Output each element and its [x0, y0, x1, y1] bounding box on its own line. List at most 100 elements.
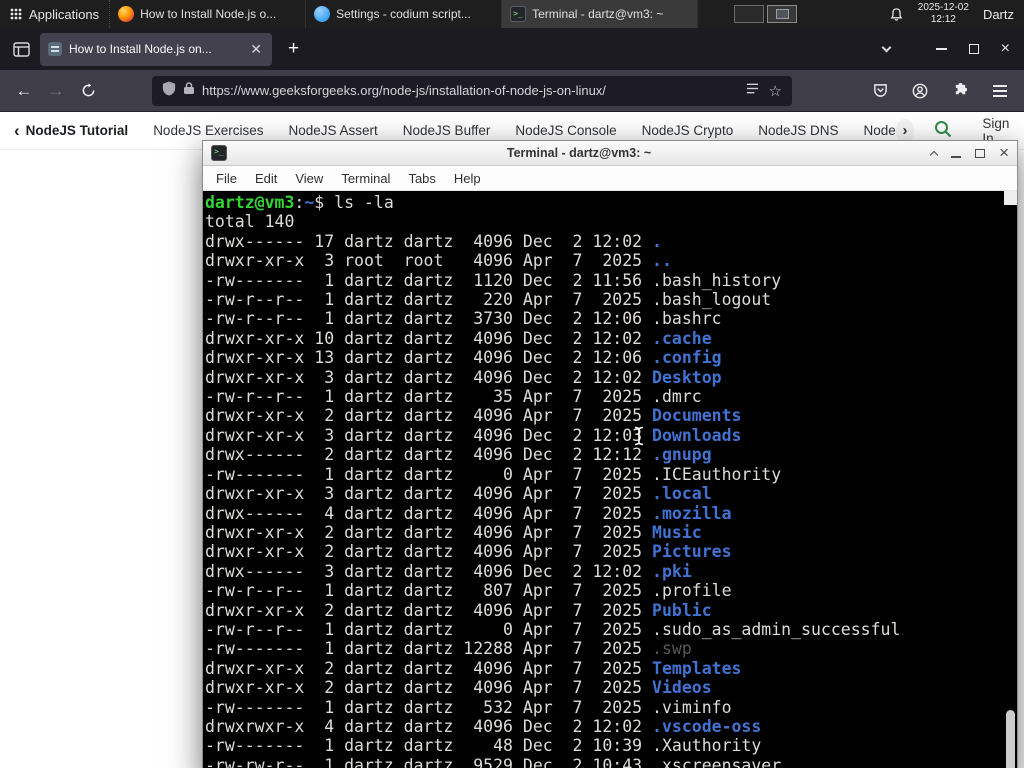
- forward-button[interactable]: →: [40, 76, 72, 106]
- menu-terminal[interactable]: Terminal: [332, 171, 399, 186]
- sitenav-item[interactable]: Node: [864, 123, 896, 138]
- menu-tabs[interactable]: Tabs: [399, 171, 444, 186]
- line-prefix: drwx------ 17 dartz dartz 4096 Dec 2 12:…: [205, 231, 653, 251]
- taskbar-window-terminal[interactable]: Terminal - dartz@vm3: ~: [502, 0, 699, 28]
- line-prefix: -rw------- 1 dartz dartz 532 Apr 7 2025: [205, 697, 653, 717]
- nav-scroll-left-icon[interactable]: ‹: [14, 121, 20, 141]
- sitenav-item[interactable]: NodeJS Assert: [288, 123, 377, 138]
- site-search-icon[interactable]: [934, 120, 952, 141]
- reload-button[interactable]: [72, 76, 104, 106]
- sitenav-item[interactable]: NodeJS DNS: [758, 123, 838, 138]
- tracking-shield-icon[interactable]: [162, 81, 176, 101]
- file-name: Pictures: [652, 542, 732, 562]
- terminal-line: drwx------ 17 dartz dartz 4096 Dec 2 12:…: [205, 232, 1017, 251]
- terminal-line: drwxr-xr-x 2 dartz dartz 4096 Apr 7 2025…: [205, 659, 1017, 678]
- browser-minimize-button[interactable]: [935, 48, 947, 50]
- terminal-shade-button[interactable]: [929, 150, 939, 159]
- terminal-line: -rw------- 1 dartz dartz 1120 Dec 2 11:5…: [205, 271, 1017, 290]
- terminal-line: -rw-r--r-- 1 dartz dartz 807 Apr 7 2025 …: [205, 581, 1017, 600]
- clock[interactable]: 2025-12-02 12:12: [918, 2, 969, 26]
- bookmark-star-icon[interactable]: ☆: [769, 82, 782, 100]
- line-prefix: -rw------- 1 dartz dartz 48 Dec 2 10:39: [205, 736, 653, 756]
- menu-view[interactable]: View: [286, 171, 332, 186]
- notification-bell-icon[interactable]: [889, 7, 904, 22]
- menu-file[interactable]: File: [207, 171, 246, 186]
- line-prefix: -rw------- 1 dartz dartz 0 Apr 7 2025: [205, 464, 653, 484]
- terminal-line: -rw-r--r-- 1 dartz dartz 220 Apr 7 2025 …: [205, 290, 1017, 309]
- terminal-line: drwxr-xr-x 2 dartz dartz 4096 Apr 7 2025…: [205, 678, 1017, 697]
- terminal-titlebar[interactable]: Terminal - dartz@vm3: ~ ×: [203, 141, 1017, 166]
- menu-hamburger-icon[interactable]: [984, 76, 1016, 106]
- taskbar-window-title: Terminal - dartz@vm3: ~: [532, 7, 664, 21]
- terminal-line: drwx------ 4 dartz dartz 4096 Apr 7 2025…: [205, 504, 1017, 523]
- line-prefix: -rw-r--r-- 1 dartz dartz 807 Apr 7 2025: [205, 581, 653, 601]
- tab-title: How to Install Node.js on...: [69, 42, 212, 56]
- taskbar-window-firefox[interactable]: How to Install Node.js o...: [110, 0, 307, 28]
- terminal-close-button[interactable]: ×: [999, 144, 1009, 161]
- lock-icon[interactable]: [183, 81, 195, 100]
- terminal-window: Terminal - dartz@vm3: ~ × FileEditViewTe…: [202, 140, 1018, 768]
- sitenav-item[interactable]: NodeJS Crypto: [642, 123, 734, 138]
- firefox-view-icon[interactable]: [8, 36, 34, 62]
- line-prefix: drwxr-xr-x 2 dartz dartz 4096 Apr 7 2025: [205, 406, 653, 426]
- file-name: .xscreensaver: [652, 755, 782, 768]
- line-prefix: drwxr-xr-x 3 root root 4096 Apr 7 2025: [205, 251, 653, 271]
- pocket-icon[interactable]: [864, 76, 896, 106]
- user-menu[interactable]: Dartz: [983, 7, 1014, 22]
- url-bar[interactable]: https://www.geeksforgeeks.org/node-js/in…: [152, 75, 792, 106]
- sitenav-item[interactable]: NodeJS Tutorial: [26, 123, 129, 138]
- clock-date: 2025-12-02: [917, 2, 969, 13]
- terminal-line: total 140: [205, 212, 1017, 231]
- workspace-1[interactable]: [734, 5, 765, 23]
- file-name: Documents: [652, 406, 742, 426]
- applications-menu-button[interactable]: Applications: [0, 0, 111, 28]
- terminal-scrollbar[interactable]: [1004, 191, 1017, 768]
- browser-close-button[interactable]: ×: [1001, 41, 1010, 57]
- file-name: .viminfo: [652, 697, 732, 717]
- sitenav-item[interactable]: NodeJS Exercises: [153, 123, 263, 138]
- line-prefix: -rw-r--r-- 1 dartz dartz 0 Apr 7 2025: [205, 619, 653, 639]
- scrollbar-thumb[interactable]: [1006, 710, 1015, 768]
- extensions-icon[interactable]: [944, 76, 976, 106]
- menu-help[interactable]: Help: [445, 171, 490, 186]
- list-all-tabs-icon[interactable]: [881, 42, 892, 53]
- taskbar-window-vscodium[interactable]: Settings - codium script...: [306, 0, 503, 28]
- file-name: .mozilla: [652, 503, 732, 523]
- workspace-2[interactable]: [767, 5, 798, 23]
- nav-scroll-right-icon[interactable]: ›: [895, 118, 915, 143]
- terminal-line: drwxr-xr-x 2 dartz dartz 4096 Apr 7 2025…: [205, 523, 1017, 542]
- line-prefix: drwxr-xr-x 2 dartz dartz 4096 Apr 7 2025: [205, 522, 653, 542]
- terminal-line: drwxr-xr-x 10 dartz dartz 4096 Dec 2 12:…: [205, 329, 1017, 348]
- line-prefix: drwxr-xr-x 2 dartz dartz 4096 Apr 7 2025: [205, 658, 653, 678]
- file-name: .config: [652, 348, 722, 368]
- sitenav-item[interactable]: NodeJS Buffer: [403, 123, 491, 138]
- browser-maximize-button[interactable]: [968, 44, 979, 54]
- terminal-window-icon: [211, 145, 227, 161]
- prompt-user-host: dartz@vm3: [205, 193, 295, 212]
- file-name: .bash_history: [652, 270, 782, 290]
- terminal-line: drwxr-xr-x 3 root root 4096 Apr 7 2025 .…: [205, 251, 1017, 270]
- prompt-dollar: $: [314, 193, 325, 212]
- scrollbar-top-button[interactable]: [1004, 191, 1017, 205]
- taskbar-windows: How to Install Node.js o... Settings - co…: [110, 0, 699, 28]
- file-name: .cache: [652, 328, 712, 348]
- terminal-maximize-button[interactable]: [975, 148, 986, 158]
- back-button[interactable]: ←: [8, 76, 40, 106]
- menu-edit[interactable]: Edit: [246, 171, 286, 186]
- terminal-title: Terminal - dartz@vm3: ~: [506, 146, 652, 160]
- new-tab-button[interactable]: +: [282, 38, 305, 60]
- file-name: .ICEauthority: [652, 464, 782, 484]
- terminal-line: -rw-rw-r-- 1 dartz dartz 9529 Dec 2 10:4…: [205, 756, 1017, 768]
- tab-close-icon[interactable]: ✕: [248, 42, 264, 56]
- account-icon[interactable]: [904, 76, 936, 106]
- reader-view-icon[interactable]: [746, 82, 759, 100]
- terminal-minimize-button[interactable]: [951, 156, 962, 158]
- line-prefix: drwxr-xr-x 10 dartz dartz 4096 Dec 2 12:…: [205, 328, 653, 348]
- urlbar-right-icons: ☆: [746, 82, 782, 100]
- line-prefix: -rw-r--r-- 1 dartz dartz 3730 Dec 2 12:0…: [205, 309, 653, 329]
- sitenav-item[interactable]: NodeJS Console: [515, 123, 616, 138]
- terminal-body[interactable]: dartz@vm3:~$ ls -la total 140 drwx------ …: [203, 191, 1017, 768]
- file-name: .: [652, 231, 662, 251]
- browser-tab[interactable]: How to Install Node.js on... ✕: [40, 32, 272, 66]
- workspace-switcher[interactable]: [734, 5, 798, 23]
